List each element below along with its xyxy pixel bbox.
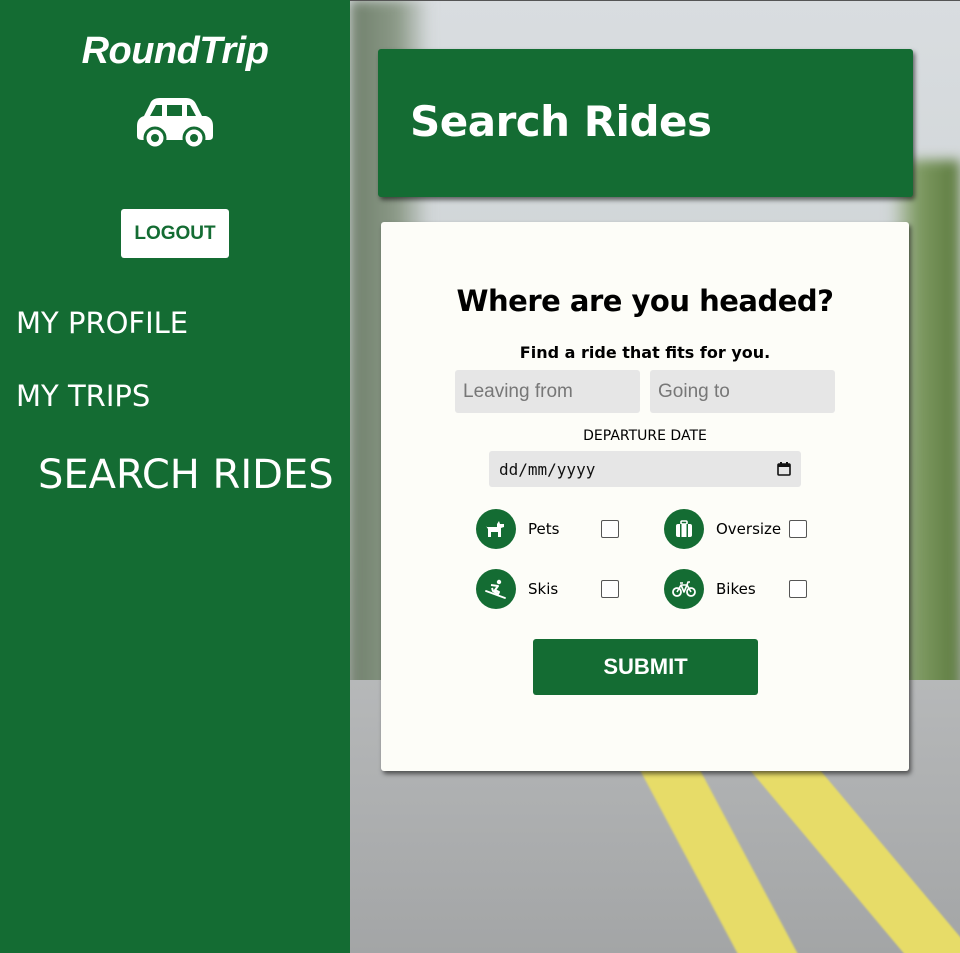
leaving-from-input[interactable] <box>455 370 640 413</box>
top-border <box>350 0 960 1</box>
departure-date-input[interactable]: dd/mm/yyyy <box>489 451 801 487</box>
car-icon <box>137 98 213 150</box>
bicycle-icon <box>664 569 704 609</box>
pets-checkbox[interactable] <box>601 520 619 538</box>
submit-button[interactable]: SUBMIT <box>533 639 758 695</box>
nav-item-my-trips[interactable]: MY TRIPS <box>16 379 150 413</box>
going-to-input[interactable] <box>650 370 835 413</box>
nav-item-my-profile[interactable]: MY PROFILE <box>16 306 188 340</box>
option-label-bikes: Bikes <box>716 580 756 598</box>
sidebar: RoundTrip LOGOUT MY PROFILE MY TRIPS SEA… <box>0 0 350 953</box>
brand-logo-text: RoundTrip <box>81 30 269 72</box>
option-label-skis: Skis <box>528 580 559 598</box>
option-label-pets: Pets <box>528 520 560 538</box>
form-subheading: Find a ride that fits for you. <box>519 343 771 362</box>
page-title: Search Rides <box>410 97 712 146</box>
dog-icon <box>476 509 516 549</box>
skier-icon <box>476 569 516 609</box>
logout-button[interactable]: LOGOUT <box>121 209 229 258</box>
calendar-icon[interactable] <box>777 462 791 476</box>
form-heading: Where are you headed? <box>456 284 834 318</box>
suitcase-icon <box>664 509 704 549</box>
date-field-value: dd/mm/yyyy <box>499 459 596 479</box>
page-header-card: Search Rides <box>378 49 913 197</box>
oversize-checkbox[interactable] <box>789 520 807 538</box>
departure-date-label: DEPARTURE DATE <box>583 428 707 444</box>
option-label-oversize: Oversize <box>716 520 782 538</box>
nav-item-search-rides[interactable]: SEARCH RIDES <box>38 452 334 498</box>
search-form-card: Where are you headed? Find a ride that f… <box>381 222 909 771</box>
skis-checkbox[interactable] <box>601 580 619 598</box>
bikes-checkbox[interactable] <box>789 580 807 598</box>
